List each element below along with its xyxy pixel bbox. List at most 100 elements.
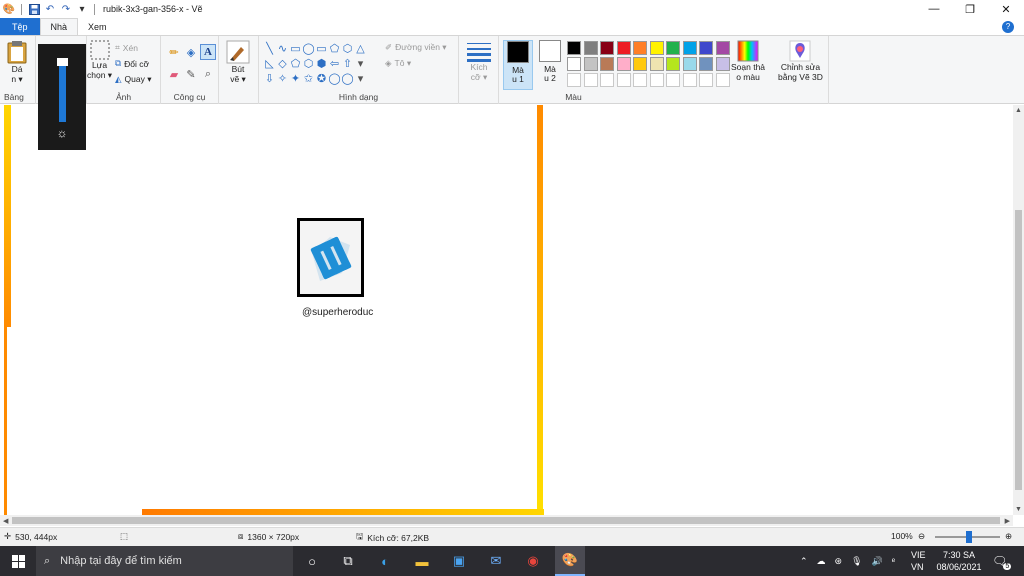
color2-button[interactable]: Mà u 2 <box>535 40 565 90</box>
ime-icon[interactable]: ᵉ <box>892 556 895 566</box>
palette-swatch[interactable] <box>583 41 598 55</box>
oval-shape-icon[interactable]: ◯ <box>302 41 315 56</box>
file-explorer-icon[interactable]: ▬ <box>407 546 437 576</box>
start-button[interactable] <box>0 546 36 576</box>
volume-icon[interactable]: 🔊 <box>872 556 883 567</box>
palette-swatch[interactable] <box>567 57 581 71</box>
paint-app-icon[interactable]: 🎨 <box>3 3 15 15</box>
task-view-icon[interactable]: ⧉ <box>333 546 363 576</box>
horizontal-scroll-thumb[interactable] <box>12 517 1000 524</box>
palette-swatch[interactable] <box>699 41 713 55</box>
zoom-slider-knob[interactable] <box>966 531 972 543</box>
palette-swatch[interactable] <box>649 57 664 71</box>
palette-swatch[interactable] <box>682 41 697 55</box>
brushes-button[interactable]: Bút vẽ ▾ <box>226 40 250 84</box>
drawing-canvas[interactable]: @superheroduc <box>0 105 545 515</box>
line-shape-icon[interactable]: ╲ <box>263 41 276 56</box>
custom-color-slot[interactable] <box>600 73 614 87</box>
star4-shape-icon[interactable]: ✧ <box>276 71 289 86</box>
shapes-more-icon[interactable]: ▾ <box>354 71 367 86</box>
clock[interactable]: 7:30 SA 08/06/2021 <box>934 546 984 576</box>
pentagon-shape-icon[interactable]: ⬠ <box>289 56 302 71</box>
palette-swatch[interactable] <box>600 41 614 55</box>
up-arrow-shape-icon[interactable]: ⇧ <box>341 56 354 71</box>
scroll-up-icon[interactable]: ▲ <box>1015 107 1022 114</box>
tab-file[interactable]: Tệp <box>0 18 40 35</box>
eraser-icon[interactable]: ▰ <box>166 66 182 82</box>
zoom-out-icon[interactable]: ⊖ <box>918 531 925 542</box>
edge-browser-icon[interactable]: ◐ <box>370 546 400 576</box>
canvas-workspace[interactable]: @superheroduc <box>0 105 1013 515</box>
palette-swatch[interactable] <box>715 41 730 55</box>
callout-shape-icon[interactable]: ✪ <box>315 71 328 86</box>
restore-button[interactable]: ❐ <box>952 0 988 18</box>
diamond-shape-icon[interactable]: ◇ <box>276 56 289 71</box>
language-indicator[interactable]: VIE VN <box>911 546 926 576</box>
palette-swatch[interactable] <box>649 41 664 55</box>
pencil-icon[interactable]: ✏ <box>166 44 182 60</box>
rounded-rect-shape-icon[interactable]: ▭ <box>315 41 328 56</box>
palette-swatch[interactable] <box>666 41 680 55</box>
vertical-scrollbar[interactable]: ▲ ▼ <box>1013 105 1024 515</box>
custom-color-slot[interactable] <box>567 73 581 87</box>
right-triangle-shape-icon[interactable]: ◺ <box>263 56 276 71</box>
vertical-scroll-thumb[interactable] <box>1015 210 1022 490</box>
edit-paint3d-button[interactable]: Chỉnh sửa bằng Vẽ 3D <box>778 40 823 82</box>
edit-colors-button[interactable]: Soạn thả o màu <box>731 40 765 82</box>
color1-button[interactable]: Mà u 1 <box>503 40 533 90</box>
custom-color-slot[interactable] <box>715 73 730 87</box>
tab-view[interactable]: Xem <box>78 18 117 35</box>
polygon-shape-icon[interactable]: ⬠ <box>328 41 341 56</box>
outline-button[interactable]: ✐ Đường viền ▾ <box>385 42 447 53</box>
hexagon-shape-icon[interactable]: ⬡ <box>341 41 354 56</box>
taskbar-search-box[interactable]: ⌕ Nhập tại đây để tìm kiếm <box>36 546 293 576</box>
microphone-icon[interactable]: 🎙 <box>851 556 862 567</box>
custom-color-slot[interactable] <box>583 73 598 87</box>
custom-color-slot[interactable] <box>633 73 647 87</box>
size-button[interactable]: Kích cỡ ▾ <box>467 40 491 82</box>
custom-color-slot[interactable] <box>682 73 697 87</box>
palette-swatch[interactable] <box>633 41 647 55</box>
store-icon[interactable]: ▣ <box>444 546 474 576</box>
curve-shape-icon[interactable]: ∿ <box>276 41 289 56</box>
star6-shape-icon[interactable]: ✩ <box>302 71 315 86</box>
paint-taskbar-icon[interactable]: 🎨 <box>555 546 585 576</box>
triangle-shape-icon[interactable]: △ <box>354 41 367 56</box>
rectangle-shape-icon[interactable]: ▭ <box>289 41 302 56</box>
help-icon[interactable]: ? <box>992 18 1024 35</box>
magnifier-icon[interactable]: ⌕ <box>200 66 216 82</box>
chrome-icon[interactable]: ◉ <box>518 546 548 576</box>
onedrive-icon[interactable]: ☁ <box>817 556 826 567</box>
cortana-icon[interactable]: ○ <box>297 546 327 576</box>
palette-swatch[interactable] <box>699 57 713 71</box>
palette-swatch[interactable] <box>616 57 631 71</box>
mail-icon[interactable]: ✉ <box>481 546 511 576</box>
fill-bucket-icon[interactable]: ◈ <box>183 44 199 60</box>
brightness-slider[interactable] <box>59 60 66 122</box>
network-icon[interactable]: ⊛ <box>835 556 843 567</box>
scroll-down-icon[interactable]: ▼ <box>1015 506 1022 513</box>
crop-button[interactable]: ⌗ Xén <box>115 42 138 53</box>
paste-button[interactable]: Dá n ▾ <box>6 40 28 84</box>
custom-color-slot[interactable] <box>699 73 713 87</box>
save-icon[interactable] <box>28 3 40 15</box>
brightness-slider-knob[interactable] <box>57 58 68 66</box>
scroll-left-icon[interactable]: ◀ <box>3 517 8 525</box>
redo-icon[interactable]: ↷ <box>60 3 72 15</box>
left-arrow-shape-icon[interactable]: ⇦ <box>328 56 341 71</box>
qat-customize-icon[interactable]: ▾ <box>76 3 88 15</box>
scroll-right-icon[interactable]: ▶ <box>1005 517 1010 525</box>
notifications-button[interactable]: 🗨 5 <box>992 546 1012 576</box>
tray-overflow-icon[interactable]: ⌃ <box>800 556 808 567</box>
custom-color-slot[interactable] <box>666 73 680 87</box>
palette-swatch[interactable] <box>715 57 730 71</box>
custom-color-slot[interactable] <box>649 73 664 87</box>
fill-button[interactable]: ◈ Tô ▾ <box>385 58 411 69</box>
hexagon2-shape-icon[interactable]: ⬡ <box>302 56 315 71</box>
down-arrow-shape-icon[interactable]: ⇩ <box>263 71 276 86</box>
palette-swatch[interactable] <box>682 57 697 71</box>
palette-swatch[interactable] <box>600 57 614 71</box>
palette-swatch[interactable] <box>666 57 680 71</box>
star5-shape-icon[interactable]: ✦ <box>289 71 302 86</box>
horizontal-scrollbar[interactable]: ◀ ▶ <box>0 515 1013 526</box>
